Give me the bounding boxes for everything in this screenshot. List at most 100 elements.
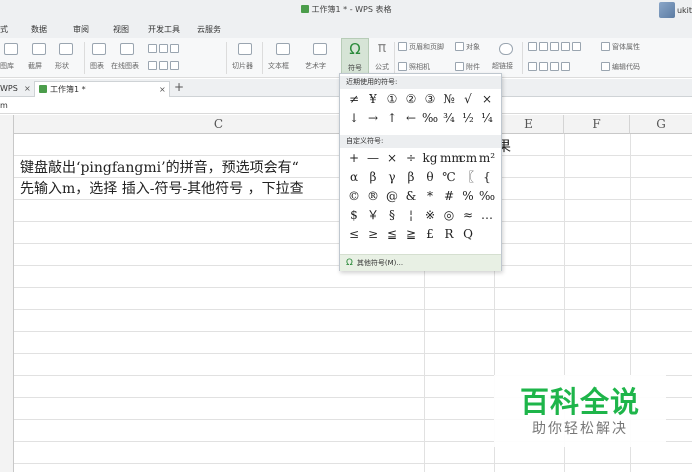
- combobox-control-icon[interactable]: [539, 62, 548, 71]
- symbol-cell[interactable]: ‰: [421, 109, 439, 127]
- spinner-control-icon[interactable]: [561, 62, 570, 71]
- symbol-cell[interactable]: Q: [459, 225, 477, 243]
- symbol-cell[interactable]: ÷: [402, 149, 420, 167]
- symbol-cell[interactable]: ×: [383, 149, 401, 167]
- line-chart-icon[interactable]: [159, 44, 168, 53]
- symbol-cell[interactable]: ½: [459, 109, 477, 127]
- bar-chart-icon[interactable]: [148, 44, 157, 53]
- wordart-button[interactable]: 艺术字: [305, 61, 326, 71]
- symbol-cell[interactable]: ≦: [383, 225, 401, 243]
- menu-tab-view[interactable]: 视图: [113, 24, 129, 35]
- symbol-cell[interactable]: ①: [383, 90, 401, 108]
- new-tab-button[interactable]: +: [174, 80, 184, 94]
- symbol-cell[interactable]: ※: [421, 206, 439, 224]
- cell-reference[interactable]: m: [0, 101, 8, 110]
- attachment-button[interactable]: 附件: [455, 62, 480, 72]
- symbol-cell[interactable]: ↓: [345, 109, 363, 127]
- symbol-cell[interactable]: ≈: [459, 206, 477, 224]
- button-control-icon[interactable]: [539, 42, 548, 51]
- radio-control-icon[interactable]: [561, 42, 570, 51]
- symbol-cell[interactable]: —: [364, 149, 382, 167]
- symbol-cell[interactable]: mm: [440, 149, 463, 167]
- groupbox-control-icon[interactable]: [572, 42, 581, 51]
- formula-button[interactable]: π 公式: [372, 38, 392, 78]
- symbol-cell[interactable]: √: [459, 90, 477, 108]
- cell-text-line-2[interactable]: 先输入m，选择 插入-符号-其他符号 ，下拉查: [20, 178, 304, 198]
- symbol-cell[interactable]: ③: [421, 90, 439, 108]
- menu-tab-formula-partial[interactable]: 式: [0, 24, 8, 35]
- symbol-cell[interactable]: #: [440, 187, 458, 205]
- symbol-cell[interactable]: kg: [421, 149, 439, 167]
- other-chart-icon[interactable]: [170, 61, 179, 70]
- close-icon[interactable]: ×: [159, 82, 166, 98]
- symbol-cell[interactable]: ②: [402, 90, 420, 108]
- symbol-cell[interactable]: ‰: [478, 187, 496, 205]
- screenshot-button[interactable]: 截屏: [28, 61, 42, 71]
- symbol-cell[interactable]: $: [345, 206, 363, 224]
- scatter-chart-icon[interactable]: [159, 61, 168, 70]
- symbol-cell[interactable]: …: [478, 206, 496, 224]
- tab-workbook1[interactable]: 工作簿1 * ×: [34, 81, 170, 97]
- symbol-cell[interactable]: ←: [402, 109, 420, 127]
- area-chart-icon[interactable]: [148, 61, 157, 70]
- symbol-cell[interactable]: ℃: [440, 168, 458, 186]
- close-icon[interactable]: ×: [24, 81, 31, 97]
- camera-button[interactable]: 照相机: [398, 62, 430, 72]
- symbol-cell[interactable]: {: [478, 168, 496, 186]
- menu-tab-data[interactable]: 数据: [31, 24, 47, 35]
- symbol-cell[interactable]: £: [421, 225, 439, 243]
- scrollbar-control-icon[interactable]: [550, 62, 559, 71]
- symbol-cell[interactable]: →: [364, 109, 382, 127]
- avatar[interactable]: [658, 2, 675, 18]
- symbol-cell[interactable]: ◎: [440, 206, 458, 224]
- column-header-f[interactable]: F: [564, 115, 630, 134]
- symbol-cell[interactable]: m²: [478, 149, 496, 167]
- symbol-cell[interactable]: ≠: [345, 90, 363, 108]
- gallery-button[interactable]: 图库: [0, 61, 14, 71]
- column-header-e[interactable]: E: [494, 115, 564, 134]
- symbol-button[interactable]: Ω 符号: [341, 38, 369, 78]
- symbol-cell[interactable]: ≧: [402, 225, 420, 243]
- pie-chart-icon[interactable]: [170, 44, 179, 53]
- symbol-cell[interactable]: ®: [364, 187, 382, 205]
- symbol-cell[interactable]: %: [459, 187, 477, 205]
- chart-button[interactable]: 图表: [90, 61, 104, 71]
- symbol-cell[interactable]: ≥: [364, 225, 382, 243]
- menu-tab-review[interactable]: 审阅: [73, 24, 89, 35]
- symbol-cell[interactable]: &: [402, 187, 420, 205]
- symbol-cell[interactable]: α: [345, 168, 363, 186]
- symbol-cell[interactable]: +: [345, 149, 363, 167]
- listbox-control-icon[interactable]: [528, 62, 537, 71]
- slicer-button[interactable]: 切片器: [232, 61, 253, 71]
- menu-tab-developer[interactable]: 开发工具: [148, 24, 180, 35]
- symbol-cell[interactable]: ×: [478, 90, 496, 108]
- object-button[interactable]: 对象: [455, 42, 480, 52]
- symbol-cell[interactable]: β: [364, 168, 382, 186]
- cell-text-line-1[interactable]: 键盘敲出‘pingfangmi’的拼音，预选项会有“: [20, 157, 299, 177]
- symbol-cell[interactable]: 〖: [459, 168, 477, 186]
- online-chart-button[interactable]: 在线图表: [111, 61, 139, 71]
- symbol-cell[interactable]: R: [440, 225, 458, 243]
- more-symbols-button[interactable]: Ω 其他符号(M)...: [340, 254, 501, 271]
- symbol-cell[interactable]: ￥: [364, 206, 382, 224]
- symbol-cell[interactable]: cm: [459, 149, 477, 167]
- symbol-cell[interactable]: *: [421, 187, 439, 205]
- symbol-cell[interactable]: §: [383, 206, 401, 224]
- symbol-cell[interactable]: θ: [421, 168, 439, 186]
- symbol-cell[interactable]: ≤: [345, 225, 363, 243]
- symbol-cell[interactable]: γ: [383, 168, 401, 186]
- symbol-cell[interactable]: ¼: [478, 109, 496, 127]
- symbol-cell[interactable]: ↑: [383, 109, 401, 127]
- checkbox-control-icon[interactable]: [550, 42, 559, 51]
- shapes-button[interactable]: 形状: [55, 61, 69, 71]
- label-control-icon[interactable]: [528, 42, 537, 51]
- symbol-cell[interactable]: ¦: [402, 206, 420, 224]
- symbol-cell[interactable]: β: [402, 168, 420, 186]
- user-account[interactable]: ukit: [658, 1, 692, 19]
- symbol-cell[interactable]: №: [440, 90, 458, 108]
- column-header-g[interactable]: G: [630, 115, 692, 134]
- symbol-cell[interactable]: ¥: [364, 90, 382, 108]
- textbox-button[interactable]: 文本框: [268, 61, 289, 71]
- hyperlink-button[interactable]: 超链接: [492, 61, 513, 71]
- tab-wps[interactable]: WPS ×: [0, 81, 34, 97]
